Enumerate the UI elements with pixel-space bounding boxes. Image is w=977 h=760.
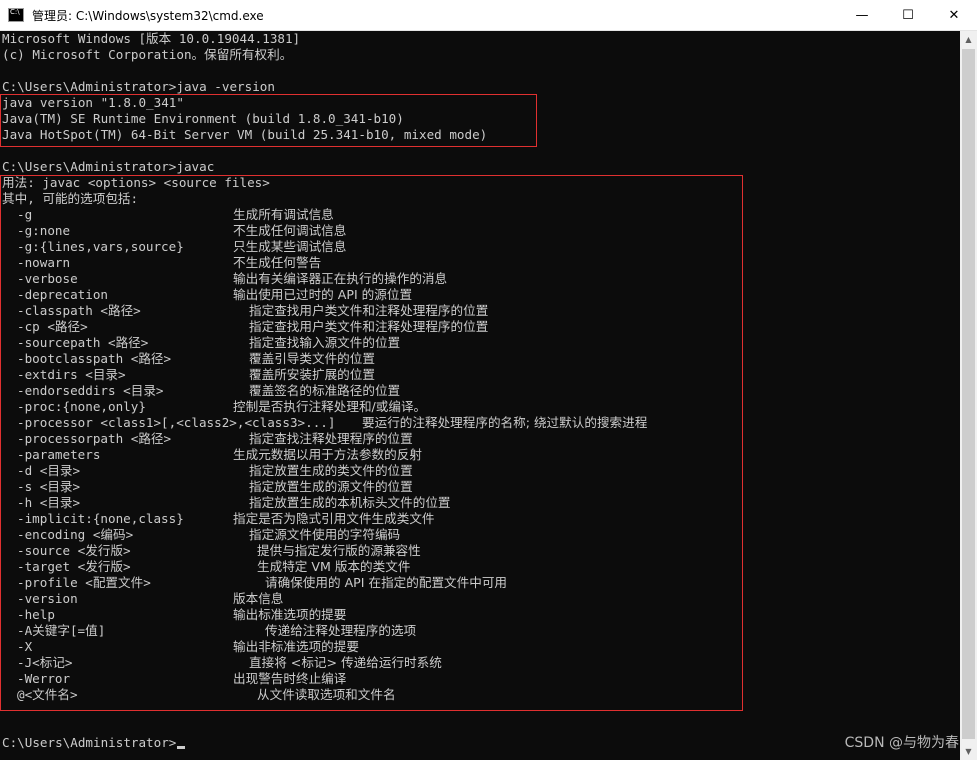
maximize-button[interactable]: ☐ bbox=[885, 0, 931, 31]
cmd-icon bbox=[8, 8, 24, 22]
vertical-scrollbar[interactable]: ▲ ▼ bbox=[960, 31, 977, 760]
text-cursor bbox=[177, 746, 186, 749]
console-output[interactable]: Microsoft Windows [版本 10.0.19044.1381] (… bbox=[0, 31, 960, 760]
scrollbar-thumb[interactable] bbox=[962, 49, 975, 739]
prompt-line: C:\Users\Administrator> bbox=[2, 735, 186, 751]
title-bar: 管理员: C:\Windows\system32\cmd.exe — ☐ ✕ bbox=[0, 0, 977, 31]
close-button[interactable]: ✕ bbox=[931, 0, 977, 31]
scroll-up-arrow-icon[interactable]: ▲ bbox=[960, 31, 977, 48]
command-line: C:\Users\Administrator>javac bbox=[2, 159, 215, 174]
prompt-text: C:\Users\Administrator> bbox=[2, 735, 177, 750]
header-line: (c) Microsoft Corporation。保留所有权利。 bbox=[2, 47, 293, 62]
watermark: CSDN @与物为春 bbox=[844, 735, 959, 751]
window-controls: — ☐ ✕ bbox=[839, 0, 977, 31]
version-highlight-box bbox=[0, 94, 537, 147]
header-line: Microsoft Windows [版本 10.0.19044.1381] bbox=[2, 31, 301, 46]
command-line: C:\Users\Administrator>java -version bbox=[2, 79, 275, 94]
minimize-button[interactable]: — bbox=[839, 0, 885, 31]
window-title: 管理员: C:\Windows\system32\cmd.exe bbox=[32, 8, 264, 23]
scroll-down-arrow-icon[interactable]: ▼ bbox=[960, 743, 977, 760]
javac-highlight-box bbox=[0, 175, 743, 711]
